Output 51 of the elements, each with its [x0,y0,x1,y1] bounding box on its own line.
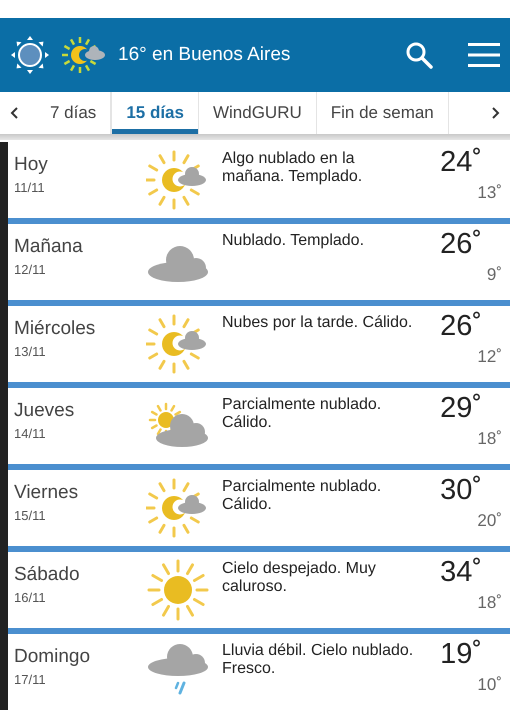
forecast-summary: Parcialmente nublado. Cálido. [222,396,382,434]
forecast-summary: Nubes por la tarde. Cálido. [222,314,414,333]
high-temperature: 26˚ [440,310,482,343]
high-temperature: 30˚ [440,474,482,507]
low-temperature: 9˚ [486,265,502,285]
high-temperature: 19˚ [440,638,482,671]
day-date: 12/11 [14,262,47,277]
day-name: Sábado [14,564,81,586]
low-temperature: 20˚ [477,511,502,531]
high-temperature: 34˚ [440,556,482,589]
low-temperature: 12˚ [477,347,502,367]
forecast-summary: Algo nublado en la mañana. Templado. [222,150,364,188]
low-temperature: 10˚ [477,675,502,695]
low-temperature: 18˚ [477,593,502,613]
forecast-row[interactable]: Domingo 17/11 Lluvia débil. Cielo nublado. Fresco. 19˚ 10˚ [8,634,510,710]
high-temperature: 26˚ [440,228,482,261]
forecast-summary: Nublado. Templado. [222,232,366,251]
forecast-row[interactable]: Jueves 14/11 Parcialmente nublado. Cálido. 29˚ 18˚ [8,388,510,464]
forecast-row[interactable]: Sábado 16/11 Cielo despejado. Muy caluroso. 34˚ 18˚ [8,552,510,628]
day-name: Domingo [14,646,92,668]
forecast-row[interactable]: Mañana 12/11 Nublado. Templado. 26˚ 9˚ [8,224,510,300]
forecast-row[interactable]: Hoy 11/11 Algo nublado en la mañana. Templado. 24˚ 13˚ [8,142,510,218]
low-temperature: 13˚ [477,183,502,203]
sun-cloud-icon [62,35,106,75]
forecast-summary: Lluvia débil. Cielo nublado. Fresco. [222,642,414,680]
forecast-summary: Cielo despejado. Muy caluroso. [222,560,377,598]
sun-icon[interactable] [10,35,50,75]
day-date: 16/11 [14,590,47,605]
forecast-summary: Parcialmente nublado. Cálido. [222,478,382,516]
high-temperature: 29˚ [440,392,482,425]
day-name: Miércoles [14,318,96,340]
search-icon[interactable] [404,40,434,70]
day-date: 17/11 [14,672,47,687]
chevron-right-icon[interactable] [490,105,502,121]
day-date: 15/11 [14,508,47,523]
forecast-row[interactable]: Miércoles 13/11 Nubes por la tarde. Cálido. 26˚ 12˚ [8,306,510,382]
forecast-row[interactable]: Viernes 15/11 Parcialmente nublado. Cálido. 30˚ 20˚ [8,470,510,546]
day-date: 14/11 [14,426,47,441]
chevron-left-icon[interactable] [8,105,20,121]
high-temperature: 24˚ [440,146,482,179]
day-date: 13/11 [14,344,47,359]
low-temperature: 18˚ [477,429,502,449]
day-name: Viernes [14,482,80,504]
day-name: Jueves [14,400,76,422]
sun-icon [146,558,210,622]
day-name: Hoy [14,154,49,176]
location-title: 16° en Buenos Aires [118,44,292,66]
menu-icon[interactable] [468,42,500,68]
day-name: Mañana [14,236,84,258]
tab[interactable]: 15 días [111,92,199,134]
day-date: 11/11 [14,180,46,195]
